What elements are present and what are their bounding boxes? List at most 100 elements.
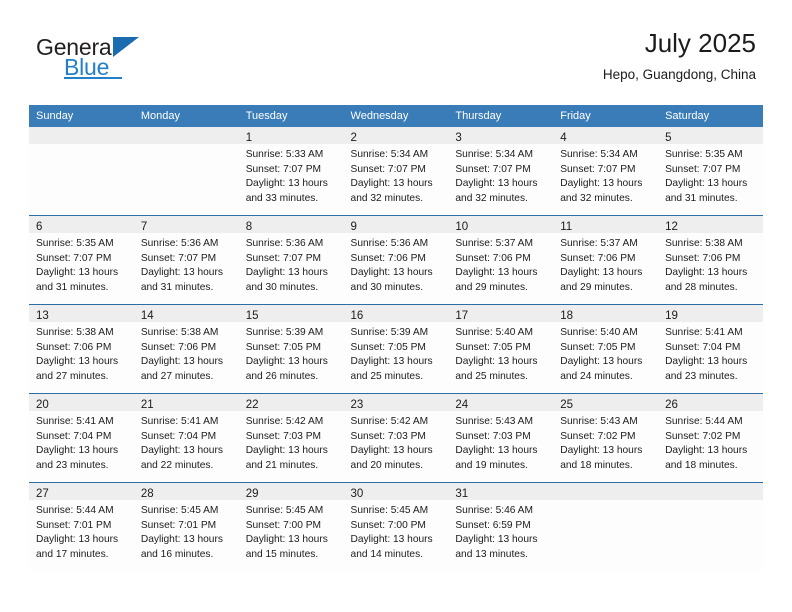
day-cell-19[interactable]: 19 Sunrise: 5:41 AM Sunset: 7:04 PM Dayligh… — [658, 305, 763, 393]
sunset-text: Sunset: 7:07 PM — [665, 163, 741, 175]
sunset-text: Sunset: 7:03 PM — [350, 430, 426, 442]
day-number-band: 20 — [29, 394, 134, 411]
day-cell-10[interactable]: 10 Sunrise: 5:37 AM Sunset: 7:06 PM Dayligh… — [448, 216, 554, 304]
day-cell-11[interactable]: 11 Sunrise: 5:37 AM Sunset: 7:06 PM Dayligh… — [553, 216, 659, 304]
calendar-cell: 9 Sunrise: 5:36 AM Sunset: 7:06 PM Daylight… — [343, 215, 449, 305]
daylight-text-line1: Daylight: 13 hours — [36, 445, 119, 457]
day-cell-3[interactable]: 3 Sunrise: 5:34 AM Sunset: 7:07 PM Daylight… — [448, 127, 554, 215]
day-cell-30[interactable]: 30 Sunrise: 5:45 AM Sunset: 7:00 PM Dayligh… — [343, 483, 449, 571]
day-cell-17[interactable]: 17 Sunrise: 5:40 AM Sunset: 7:05 PM Dayligh… — [448, 305, 554, 393]
sunrise-text: Sunrise: 5:34 AM — [350, 149, 429, 160]
daylight-text-line1: Daylight: 13 hours — [350, 356, 433, 368]
daylight-text-line2: and 25 minutes. — [455, 370, 528, 382]
daylight-text-line1: Daylight: 13 hours — [665, 445, 748, 457]
weekday-header-monday: Monday — [133, 105, 239, 127]
day-cell-2[interactable]: 2 Sunrise: 5:34 AM Sunset: 7:07 PM Daylight… — [343, 127, 449, 215]
day-cell-empty — [658, 483, 763, 571]
logo-underline — [64, 77, 122, 79]
day-cell-7[interactable]: 7 Sunrise: 5:36 AM Sunset: 7:07 PM Daylight… — [133, 216, 239, 304]
page-subtitle-location: Hepo, Guangdong, China — [602, 67, 756, 82]
day-cell-12[interactable]: 12 Sunrise: 5:38 AM Sunset: 7:06 PM Dayligh… — [658, 216, 763, 304]
day-cell-details — [658, 500, 763, 504]
calendar-cell: 29 Sunrise: 5:45 AM Sunset: 7:00 PM Dayligh… — [238, 482, 344, 571]
day-cell-details: Sunrise: 5:36 AM Sunset: 7:07 PM Daylight:… — [239, 233, 344, 295]
calendar-cell: 22 Sunrise: 5:42 AM Sunset: 7:03 PM Dayligh… — [238, 393, 344, 483]
day-cell-31[interactable]: 31 Sunrise: 5:46 AM Sunset: 6:59 PM Dayligh… — [448, 483, 554, 571]
day-cell-23[interactable]: 23 Sunrise: 5:42 AM Sunset: 7:03 PM Dayligh… — [343, 394, 449, 482]
day-cell-29[interactable]: 29 Sunrise: 5:45 AM Sunset: 7:00 PM Dayligh… — [238, 483, 344, 571]
day-cell-9[interactable]: 9 Sunrise: 5:36 AM Sunset: 7:06 PM Daylight… — [343, 216, 449, 304]
calendar-cell: 10 Sunrise: 5:37 AM Sunset: 7:06 PM Dayligh… — [448, 215, 554, 305]
day-number-band: 22 — [238, 394, 344, 411]
daylight-text-line2: and 31 minutes. — [140, 281, 214, 293]
day-cell-21[interactable]: 21 Sunrise: 5:41 AM Sunset: 7:04 PM Dayligh… — [133, 394, 239, 482]
day-cell-empty — [553, 483, 659, 571]
sunrise-text: Sunrise: 5:39 AM — [350, 327, 429, 338]
sunrise-text: Sunrise: 5:39 AM — [245, 327, 324, 338]
title-block: July 2025 Hepo, Guangdong, China — [603, 26, 756, 86]
day-cell-15[interactable]: 15 Sunrise: 5:39 AM Sunset: 7:05 PM Dayligh… — [238, 305, 344, 393]
day-cell-8[interactable]: 8 Sunrise: 5:36 AM Sunset: 7:07 PM Daylight… — [238, 216, 344, 304]
day-number: 1 — [245, 132, 253, 144]
daylight-text-line1: Daylight: 13 hours — [665, 356, 748, 368]
day-cell-details: Sunrise: 5:43 AM Sunset: 7:03 PM Daylight:… — [448, 411, 553, 473]
day-number-band: 15 — [238, 305, 344, 322]
day-cell-16[interactable]: 16 Sunrise: 5:39 AM Sunset: 7:05 PM Dayligh… — [343, 305, 449, 393]
generalblue-logo: General Blue — [36, 34, 256, 80]
day-number-band: 27 — [29, 483, 134, 500]
day-cell-empty — [29, 127, 134, 215]
day-cell-details: Sunrise: 5:44 AM Sunset: 7:01 PM Daylight:… — [29, 500, 134, 562]
day-cell-22[interactable]: 22 Sunrise: 5:42 AM Sunset: 7:03 PM Dayligh… — [238, 394, 344, 482]
sunrise-text: Sunrise: 5:36 AM — [245, 238, 324, 249]
sunset-text: Sunset: 7:05 PM — [455, 341, 531, 353]
daylight-text-line1: Daylight: 13 hours — [245, 534, 328, 546]
calendar-cell: 18 Sunrise: 5:40 AM Sunset: 7:05 PM Dayligh… — [553, 304, 659, 394]
sunset-text: Sunset: 7:04 PM — [36, 430, 112, 442]
daylight-text-line2: and 31 minutes. — [665, 192, 738, 204]
day-number-band: 11 — [553, 216, 659, 233]
daylight-text-line1: Daylight: 13 hours — [140, 534, 223, 546]
daylight-text-line2: and 23 minutes. — [665, 370, 738, 382]
daylight-text-line1: Daylight: 13 hours — [455, 445, 538, 457]
day-number-band — [658, 483, 763, 500]
day-cell-26[interactable]: 26 Sunrise: 5:44 AM Sunset: 7:02 PM Dayligh… — [658, 394, 763, 482]
sunrise-text: Sunrise: 5:40 AM — [455, 327, 533, 338]
day-cell-25[interactable]: 25 Sunrise: 5:43 AM Sunset: 7:02 PM Dayligh… — [553, 394, 659, 482]
calendar-cell: 8 Sunrise: 5:36 AM Sunset: 7:07 PM Daylight… — [238, 215, 344, 305]
day-number-band: 17 — [448, 305, 554, 322]
day-number: 31 — [455, 488, 469, 500]
daylight-text-line2: and 14 minutes. — [350, 548, 424, 560]
sunrise-text: Sunrise: 5:43 AM — [455, 416, 533, 427]
day-cell-28[interactable]: 28 Sunrise: 5:45 AM Sunset: 7:01 PM Dayligh… — [133, 483, 239, 571]
day-cell-5[interactable]: 5 Sunrise: 5:35 AM Sunset: 7:07 PM Daylight… — [658, 127, 763, 215]
day-cell-details: Sunrise: 5:45 AM Sunset: 7:00 PM Daylight:… — [344, 500, 449, 562]
day-cell-details: Sunrise: 5:42 AM Sunset: 7:03 PM Daylight:… — [239, 411, 344, 473]
day-cell-6[interactable]: 6 Sunrise: 5:35 AM Sunset: 7:07 PM Daylight… — [29, 216, 134, 304]
day-cell-details: Sunrise: 5:36 AM Sunset: 7:06 PM Daylight:… — [344, 233, 449, 295]
sunset-text: Sunset: 7:07 PM — [245, 163, 322, 175]
day-cell-18[interactable]: 18 Sunrise: 5:40 AM Sunset: 7:05 PM Dayligh… — [553, 305, 659, 393]
day-cell-details: Sunrise: 5:34 AM Sunset: 7:07 PM Daylight:… — [344, 144, 449, 206]
day-number-band: 12 — [658, 216, 763, 233]
sunrise-text: Sunrise: 5:36 AM — [350, 238, 429, 249]
day-cell-20[interactable]: 20 Sunrise: 5:41 AM Sunset: 7:04 PM Dayligh… — [29, 394, 134, 482]
sunrise-text: Sunrise: 5:44 AM — [36, 505, 114, 516]
day-number-band: 19 — [658, 305, 763, 322]
calendar-weekday-header: Sunday Monday Tuesday Wednesday Thursday Frid… — [29, 105, 763, 127]
day-cell-details: Sunrise: 5:42 AM Sunset: 7:03 PM Daylight:… — [344, 411, 449, 473]
day-cell-24[interactable]: 24 Sunrise: 5:43 AM Sunset: 7:03 PM Dayligh… — [448, 394, 554, 482]
day-cell-1[interactable]: 1 Sunrise: 5:33 AM Sunset: 7:07 PM Daylight… — [238, 127, 344, 215]
sunset-text: Sunset: 7:05 PM — [560, 341, 636, 353]
day-cell-4[interactable]: 4 Sunrise: 5:34 AM Sunset: 7:07 PM Daylight… — [553, 127, 659, 215]
day-number: 28 — [140, 488, 154, 500]
logo-line-blue: Blue — [36, 54, 256, 80]
day-number: 26 — [665, 399, 678, 411]
day-cell-27[interactable]: 27 Sunrise: 5:44 AM Sunset: 7:01 PM Dayligh… — [29, 483, 134, 571]
sunrise-text: Sunrise: 5:41 AM — [140, 416, 219, 427]
day-number: 6 — [36, 221, 43, 233]
day-cell-details: Sunrise: 5:36 AM Sunset: 7:07 PM Daylight:… — [134, 233, 239, 295]
daylight-text-line2: and 27 minutes. — [140, 370, 214, 382]
day-cell-13[interactable]: 13 Sunrise: 5:38 AM Sunset: 7:06 PM Dayligh… — [29, 305, 134, 393]
calendar-week-row: 13 Sunrise: 5:38 AM Sunset: 7:06 PM Dayligh… — [29, 304, 763, 394]
day-cell-14[interactable]: 14 Sunrise: 5:38 AM Sunset: 7:06 PM Dayligh… — [133, 305, 239, 393]
